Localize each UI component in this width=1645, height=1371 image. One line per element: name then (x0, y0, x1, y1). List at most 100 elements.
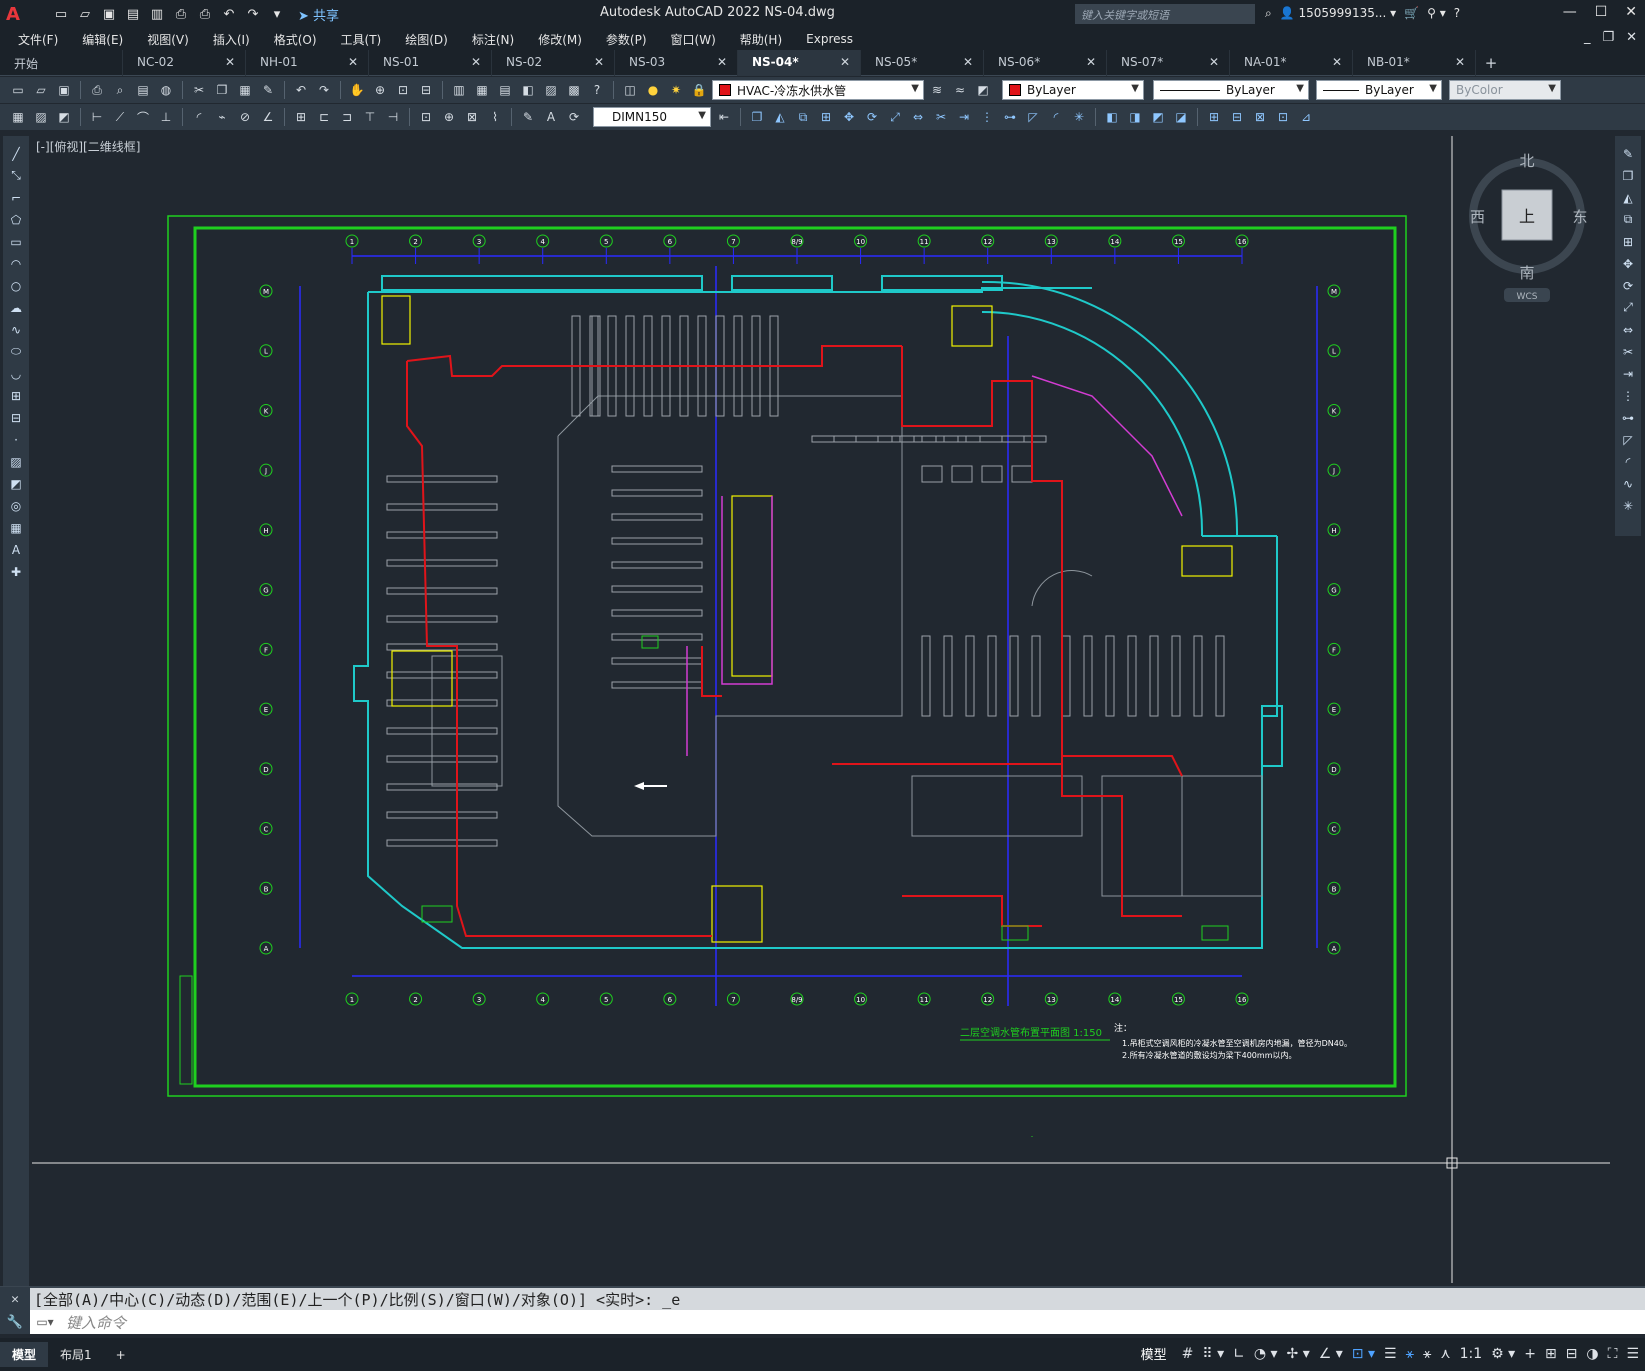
dim-style-manager-icon[interactable]: ⇤ (714, 107, 734, 127)
tab-close-icon[interactable]: ✕ (840, 55, 850, 69)
tab-ns-05[interactable]: NS-05* ✕ (861, 50, 984, 76)
layout-tab-model[interactable]: 模型 (0, 1342, 49, 1367)
region-icon[interactable]: ◎ (6, 496, 26, 515)
close-command-icon[interactable]: ✕ (0, 1287, 30, 1311)
tab-close-icon[interactable]: ✕ (717, 55, 727, 69)
break-icon[interactable]: ⊣ (383, 107, 403, 127)
linear-dimension-icon[interactable]: ⊢ (87, 107, 107, 127)
add-layout-icon[interactable]: + (104, 1344, 138, 1366)
share-button[interactable]: ➤ 共享 (298, 5, 339, 24)
quick-properties-icon[interactable]: ⊟ (1566, 1346, 1578, 1362)
annotation-visibility-icon[interactable]: ⚹ (1406, 1346, 1414, 1362)
object-snap-tracking-icon[interactable]: ∠ ▾ (1319, 1346, 1343, 1362)
block-create-icon[interactable]: ⊟ (1227, 107, 1247, 127)
layer-state-icon[interactable]: ◩ (973, 80, 993, 100)
trim-icon[interactable]: ✂ (931, 107, 951, 127)
web-icon[interactable]: ◍ (156, 80, 176, 100)
insert-block-icon[interactable]: ⊞ (6, 386, 26, 405)
blend-icon[interactable]: ∿ (1618, 474, 1638, 493)
viewport-controls[interactable]: [-][俯视][二维线框] (36, 138, 140, 155)
line-icon[interactable]: ╱ (6, 144, 26, 163)
quick-dimension-icon[interactable]: ⊞ (291, 107, 311, 127)
draw-order-icon[interactable]: ◧ (1102, 107, 1122, 127)
customize-dropdown-icon[interactable]: ▾ (268, 5, 286, 23)
save-icon[interactable]: ▣ (100, 5, 118, 23)
explode-icon[interactable]: ✳ (1618, 496, 1638, 515)
extend-icon[interactable]: ⇥ (1618, 364, 1638, 383)
command-history-dropdown-icon[interactable]: ▭▾ (30, 1315, 60, 1329)
ordinate-icon[interactable]: ⊥ (156, 107, 176, 127)
search-icon[interactable]: ⌕ (1265, 6, 1272, 21)
radius-icon[interactable]: ◜ (189, 107, 209, 127)
lineweight-icon[interactable]: ☰ (1384, 1346, 1397, 1362)
rotate-icon[interactable]: ⟳ (862, 107, 882, 127)
grid-icon[interactable]: # (1182, 1346, 1194, 1362)
undo-icon[interactable]: ↶ (220, 5, 238, 23)
pan-icon[interactable]: ✋ (347, 80, 367, 100)
table-icon[interactable]: ▦ (6, 518, 26, 537)
copy-icon[interactable]: ❐ (1618, 166, 1638, 185)
open-file-icon[interactable]: ▱ (76, 5, 94, 23)
menu-parametric[interactable]: 参数(P) (606, 31, 647, 48)
ellipse-icon[interactable]: ⬭ (6, 342, 26, 361)
menu-modify[interactable]: 修改(M) (538, 31, 582, 48)
tab-nc-02[interactable]: NC-02 ✕ (123, 50, 246, 76)
workspace-icon[interactable]: ⚙ ▾ (1491, 1346, 1515, 1362)
plotstyle-dropdown[interactable]: ByColor ▼ (1449, 80, 1561, 100)
fillet-icon[interactable]: ◜ (1046, 107, 1066, 127)
array-icon[interactable]: ⊞ (816, 107, 836, 127)
move-icon[interactable]: ✥ (839, 107, 859, 127)
mirror-icon[interactable]: ◭ (1618, 188, 1638, 207)
annotation-scale-icon[interactable]: ⋏ (1440, 1346, 1450, 1362)
jogged-icon[interactable]: ⌁ (212, 107, 232, 127)
tab-ns-03[interactable]: NS-03 ✕ (615, 50, 738, 76)
ellipse-arc-icon[interactable]: ◡ (6, 364, 26, 383)
jogged-linear-icon[interactable]: ⌇ (485, 107, 505, 127)
tolerance-icon[interactable]: ⊡ (416, 107, 436, 127)
layer-dropdown[interactable]: HVAC-冷冻水供水管 ▼ (712, 80, 924, 100)
snap-icon[interactable]: ⠿ ▾ (1202, 1346, 1224, 1362)
save-as-icon[interactable]: ▤ (124, 5, 142, 23)
publish-icon[interactable]: ▤ (133, 80, 153, 100)
markup-icon[interactable]: ▨ (541, 80, 561, 100)
compass-west[interactable]: 西 (1470, 208, 1485, 226)
extend-icon[interactable]: ⇥ (954, 107, 974, 127)
polar-icon[interactable]: ◔ ▾ (1254, 1346, 1278, 1362)
polyline-icon[interactable]: ⌐ (6, 188, 26, 207)
tab-nb-01[interactable]: NB-01* ✕ (1353, 50, 1476, 76)
point-icon[interactable]: · (6, 430, 26, 449)
join-icon[interactable]: ⊶ (1000, 107, 1020, 127)
print-icon[interactable]: ⎙ (196, 5, 214, 23)
properties-icon[interactable]: ▥ (449, 80, 469, 100)
break-icon[interactable]: ⋮ (1618, 386, 1638, 405)
autocad-logo-icon[interactable]: A (6, 3, 28, 25)
drawing-canvas[interactable]: 1 1 2 2 3 3 4 4 5 5 6 6 7 7 8/9 8/9 10 10 11 11 12 12 13 13 14 14… (32, 136, 1610, 1283)
scale-icon[interactable]: ⤢ (885, 107, 905, 127)
layer-freeze-icon[interactable]: ✷ (666, 80, 686, 100)
break-at-point-icon[interactable]: ⋮ (977, 107, 997, 127)
layer-on-icon[interactable]: ● (643, 80, 663, 100)
table-icon[interactable]: ▦ (8, 107, 28, 127)
tab-ns-02[interactable]: NS-02 ✕ (492, 50, 615, 76)
gradient-icon[interactable]: ◩ (6, 474, 26, 493)
hatch-icon[interactable]: ▨ (6, 452, 26, 471)
copy-object-icon[interactable]: ❐ (747, 107, 767, 127)
model-space-button[interactable]: 模型 (1141, 1344, 1167, 1363)
new-file-icon[interactable]: ▭ (52, 5, 70, 23)
multiline-text-icon[interactable]: A (6, 540, 26, 559)
dim-text-edit-icon[interactable]: A (541, 107, 561, 127)
layer-properties-icon[interactable]: ◫ (620, 80, 640, 100)
bring-front-icon[interactable]: ◨ (1125, 107, 1145, 127)
match-properties-icon[interactable]: ✎ (258, 80, 278, 100)
close-icon[interactable]: ✕ (1625, 4, 1637, 20)
layout-tab-layout1[interactable]: 布局1 (48, 1342, 104, 1367)
array-icon[interactable]: ⊞ (1618, 232, 1638, 251)
calculator-icon[interactable]: ▩ (564, 80, 584, 100)
help-icon[interactable]: ? (1454, 6, 1460, 21)
spline-icon[interactable]: ∿ (6, 320, 26, 339)
design-center-icon[interactable]: ▦ (472, 80, 492, 100)
diameter-icon[interactable]: ⊘ (235, 107, 255, 127)
customization-icon[interactable]: ☰ (1626, 1346, 1639, 1362)
compass-north[interactable]: 北 (1519, 152, 1534, 170)
tab-close-icon[interactable]: ✕ (471, 55, 481, 69)
